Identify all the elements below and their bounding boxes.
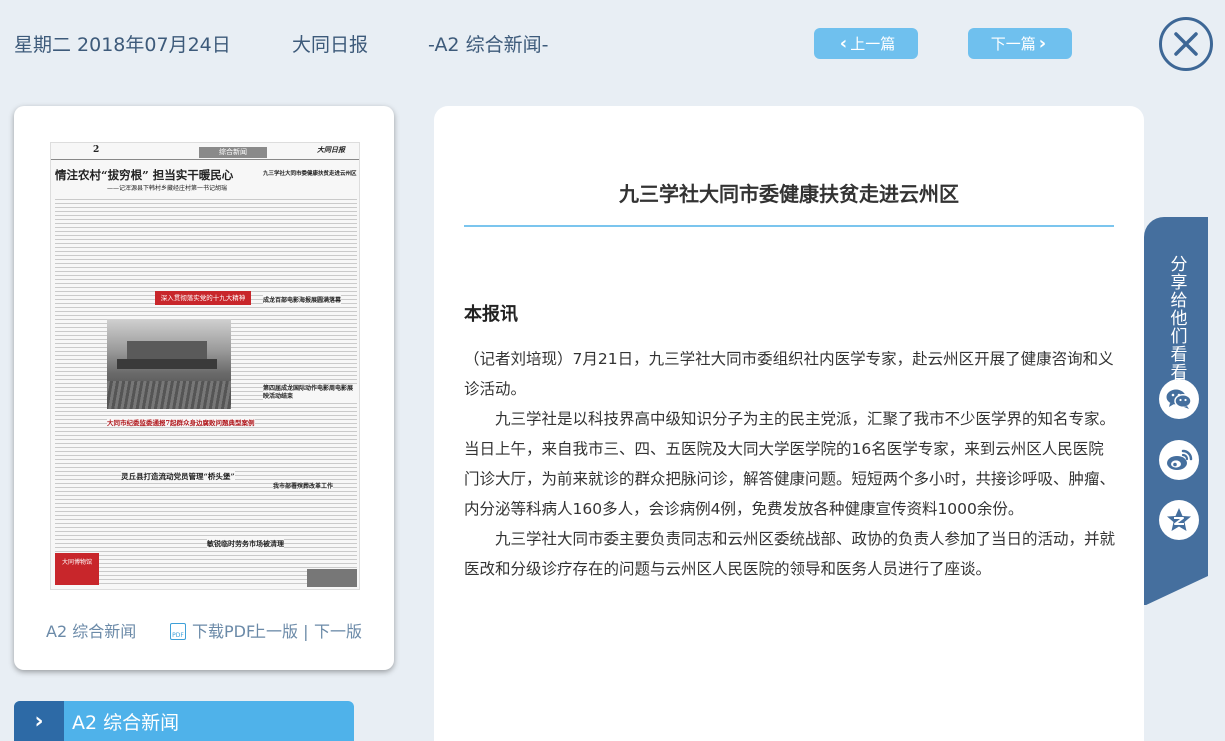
- prev-article-label: 上一篇: [850, 35, 896, 53]
- prev-page-link[interactable]: 上一版 |: [250, 618, 309, 642]
- next-page-link[interactable]: 下一版: [314, 618, 362, 642]
- issue-date: 星期二 2018年07月24日: [14, 34, 231, 56]
- article-paragraph: 九三学社大同市委主要负责同志和云州区委统战部、政协的负责人参加了当日的活动，并就…: [464, 530, 1116, 578]
- title-divider: [464, 225, 1114, 227]
- share-qzone-button[interactable]: [1159, 500, 1199, 540]
- thumb-headline-1: 情注农村“拔穷根” 担当实干暖民心: [55, 168, 234, 182]
- article-panel: 九三学社大同市委健康扶贫走进云州区 本报讯 （记者刘培现）7月21日，九三学社大…: [434, 106, 1144, 741]
- newspaper-name: 大同日报: [292, 34, 369, 56]
- chevron-left-icon: ‹: [839, 33, 848, 54]
- thumb-photo: [107, 319, 231, 409]
- article-body: （记者刘培现）7月21日，九三学社大同市委组织社内医学专家，赴云州区开展了健康咨…: [464, 344, 1116, 584]
- download-pdf-link[interactable]: PDF 下载PDF: [170, 618, 255, 642]
- article-title: 九三学社大同市委健康扶贫走进云州区: [619, 182, 959, 206]
- thumb-red-banner: 深入贯彻落实党的十九大精神: [155, 291, 251, 305]
- section-name: -A2 综合新闻-: [428, 34, 549, 56]
- article-paragraph: 九三学社是以科技界高中级知识分子为主的民主党派，汇聚了我市不少医学界的知名专家。…: [464, 410, 1116, 518]
- article-paragraph: （记者刘培现）7月21日，九三学社大同市委组织社内医学专家，赴云州区开展了健康咨…: [464, 350, 1114, 398]
- thumbnail-footer: A2 综合新闻 PDF 下载PDF 上一版 | 下一版: [14, 618, 394, 642]
- share-wechat-button[interactable]: [1159, 379, 1199, 419]
- next-article-button[interactable]: 下一篇 ›: [968, 28, 1072, 59]
- prev-article-button[interactable]: ‹ 上一篇: [814, 28, 918, 59]
- thumb-headline-right-2: 成龙百部电影海报展圆满落幕: [263, 295, 342, 304]
- footer-separator: |: [303, 622, 309, 641]
- download-pdf-label: 下载PDF: [192, 622, 256, 641]
- page-thumbnail-card: 2 综合新闻 大同日报 情注农村“拔穷根” 担当实干暖民心 ——记浑源县下韩村乡…: [14, 106, 394, 670]
- thumb-ad-box: 大同博物馆: [55, 553, 99, 585]
- close-button[interactable]: [1159, 17, 1213, 71]
- weibo-icon: [1167, 449, 1193, 470]
- qzone-icon: [1167, 508, 1191, 531]
- next-article-label: 下一篇: [990, 35, 1036, 53]
- thumb-page-number: 2: [93, 145, 100, 155]
- article-kicker: 本报讯: [464, 304, 518, 325]
- thumb-headline-3: 灵丘县打造流动党员管理“桥头堡”: [121, 471, 235, 482]
- footer-section-label: A2 综合新闻: [46, 622, 137, 641]
- thumb-headline-right-3: 第四届成龙国际动作电影周电影展映活动结束: [263, 385, 357, 401]
- section-list-item[interactable]: › A2 综合新闻: [14, 701, 354, 741]
- share-weibo-button[interactable]: [1159, 440, 1199, 480]
- wechat-icon: [1166, 389, 1192, 409]
- section-list-label: A2 综合新闻: [72, 711, 180, 734]
- chevron-right-icon: ›: [14, 701, 64, 741]
- page-thumbnail[interactable]: 2 综合新闻 大同日报 情注农村“拔穷根” 担当实干暖民心 ——记浑源县下韩村乡…: [50, 142, 360, 590]
- pdf-icon: PDF: [170, 622, 186, 640]
- thumb-headline-right-4: 我市部署殡葬改革工作: [273, 481, 334, 490]
- chevron-right-icon: ›: [1038, 33, 1047, 54]
- thumb-headline-4: 敏锐临时劳务市场被清理: [207, 539, 284, 549]
- thumb-paper-logo: 大同日报: [317, 145, 345, 154]
- thumb-section-tag: 综合新闻: [199, 147, 267, 158]
- prev-page-label: 上一版: [250, 622, 299, 641]
- close-icon: [1174, 32, 1198, 56]
- thumb-headline-right-1: 九三学社大同市委健康扶贫走进云州区: [263, 171, 357, 177]
- thumb-headline-2: 大同市纪委监委通报7起群众身边腐败问题典型案例: [107, 417, 255, 427]
- thumb-headline-1-sub: ——记浑源县下韩村乡藏经庄村第一书记胡瑞: [107, 185, 228, 192]
- thumb-ad-box-2: [307, 569, 357, 587]
- share-label: 分享给他们看看: [1170, 255, 1188, 383]
